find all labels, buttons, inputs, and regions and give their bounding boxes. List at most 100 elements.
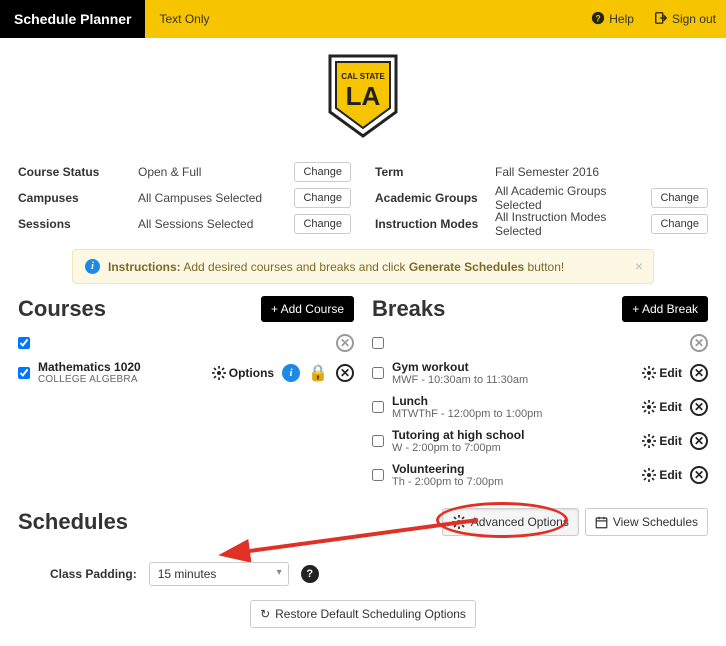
filter-value: All Instruction Modes Selected bbox=[495, 210, 651, 238]
restore-defaults-button[interactable]: ↻ Restore Default Scheduling Options bbox=[250, 600, 476, 628]
filter-value: All Campuses Selected bbox=[138, 191, 294, 205]
course-checkbox[interactable] bbox=[18, 367, 30, 379]
filter-row: Sessions All Sessions Selected Change bbox=[18, 211, 351, 237]
add-break-button[interactable]: + Add Break bbox=[622, 296, 708, 322]
delete-break-icon[interactable]: ✕ bbox=[690, 398, 708, 416]
lock-icon: 🔒 bbox=[308, 363, 328, 383]
gear-icon bbox=[452, 515, 466, 529]
gear-icon bbox=[212, 366, 226, 380]
gear-icon bbox=[642, 400, 656, 414]
help-icon[interactable]: ? bbox=[301, 565, 319, 583]
filter-value: Fall Semester 2016 bbox=[495, 165, 708, 179]
alert-text: Instructions: Add desired courses and br… bbox=[108, 260, 564, 274]
filter-label: Campuses bbox=[18, 191, 138, 205]
select-all-breaks-checkbox[interactable] bbox=[372, 337, 384, 349]
filter-label: Sessions bbox=[18, 217, 138, 231]
breaks-panel: Breaks + Add Break ✕ Gym workoutMWF - 10… bbox=[372, 296, 708, 492]
delete-all-icon[interactable]: ✕ bbox=[336, 334, 354, 352]
delete-break-icon[interactable]: ✕ bbox=[690, 364, 708, 382]
restore-label: Restore Default Scheduling Options bbox=[275, 607, 466, 621]
view-schedules-label: View Schedules bbox=[613, 515, 698, 529]
break-subtitle: Th - 2:00pm to 7:00pm bbox=[392, 476, 634, 488]
edit-label: Edit bbox=[659, 400, 682, 414]
course-info-icon[interactable]: i bbox=[282, 364, 300, 382]
break-row: VolunteeringTh - 2:00pm to 7:00pmEdit✕ bbox=[372, 458, 708, 492]
instructions-alert: i Instructions: Add desired courses and … bbox=[72, 249, 654, 284]
refresh-icon: ↻ bbox=[260, 607, 270, 621]
delete-all-icon[interactable]: ✕ bbox=[690, 334, 708, 352]
break-checkbox[interactable] bbox=[372, 367, 384, 379]
filter-value: All Academic Groups Selected bbox=[495, 184, 651, 212]
courses-panel: Courses + Add Course ✕ Mathematics 1020 … bbox=[18, 296, 354, 492]
break-subtitle: W - 2:00pm to 7:00pm bbox=[392, 442, 634, 454]
logo-line1: CAL STATE bbox=[341, 72, 385, 81]
schedules-panel: Schedules Advanced Options View Schedule… bbox=[0, 492, 726, 646]
gear-icon bbox=[642, 434, 656, 448]
filter-row: Academic Groups All Academic Groups Sele… bbox=[375, 185, 708, 211]
filter-row: Instruction Modes All Instruction Modes … bbox=[375, 211, 708, 237]
help-link[interactable]: ? Help bbox=[581, 0, 644, 38]
course-title: Mathematics 1020 bbox=[38, 360, 204, 374]
change-button[interactable]: Change bbox=[651, 188, 708, 208]
filter-row: Course Status Open & Full Change bbox=[18, 159, 351, 185]
info-icon: i bbox=[85, 259, 100, 274]
break-row: Gym workoutMWF - 10:30am to 11:30am Edit ✕ bbox=[372, 356, 708, 390]
courses-header-row: ✕ bbox=[18, 330, 354, 356]
add-course-button[interactable]: + Add Course bbox=[261, 296, 354, 322]
sign-out-link[interactable]: Sign out bbox=[644, 0, 726, 38]
break-edit-button[interactable]: Edit bbox=[642, 366, 682, 380]
break-title: Gym workout bbox=[392, 360, 634, 374]
help-label: Help bbox=[609, 12, 634, 26]
break-subtitle: MWF - 10:30am to 11:30am bbox=[392, 374, 634, 386]
advanced-options-label: Advanced Options bbox=[471, 515, 569, 529]
delete-break-icon[interactable]: ✕ bbox=[690, 466, 708, 484]
filter-row: Term Fall Semester 2016 bbox=[375, 159, 708, 185]
breaks-header-row: ✕ bbox=[372, 330, 708, 356]
view-schedules-button[interactable]: View Schedules bbox=[585, 508, 708, 536]
break-checkbox[interactable] bbox=[372, 401, 384, 413]
courses-title: Courses bbox=[18, 296, 106, 322]
break-edit-button[interactable]: Edit bbox=[642, 434, 682, 448]
filters: Course Status Open & Full Change Campuse… bbox=[0, 155, 726, 249]
change-button[interactable]: Change bbox=[294, 162, 351, 182]
change-button[interactable]: Change bbox=[294, 214, 351, 234]
course-row: Mathematics 1020 COLLEGE ALGEBRA Options… bbox=[18, 356, 354, 389]
filter-label: Academic Groups bbox=[375, 191, 495, 205]
filter-label: Course Status bbox=[18, 165, 138, 179]
text-only-link[interactable]: Text Only bbox=[145, 0, 223, 38]
filter-row: Campuses All Campuses Selected Change bbox=[18, 185, 351, 211]
break-edit-button[interactable]: Edit bbox=[642, 400, 682, 414]
help-icon: ? bbox=[591, 11, 605, 28]
break-checkbox[interactable] bbox=[372, 469, 384, 481]
filter-label: Term bbox=[375, 165, 495, 179]
break-checkbox[interactable] bbox=[372, 435, 384, 447]
svg-text:?: ? bbox=[596, 13, 601, 23]
advanced-options-button[interactable]: Advanced Options bbox=[442, 508, 579, 536]
gear-icon bbox=[642, 468, 656, 482]
close-icon[interactable]: × bbox=[635, 258, 643, 274]
filter-value: Open & Full bbox=[138, 165, 294, 179]
sign-out-label: Sign out bbox=[672, 12, 716, 26]
options-label: Options bbox=[229, 366, 274, 380]
filter-label: Instruction Modes bbox=[375, 217, 495, 231]
class-padding-select[interactable]: 15 minutes bbox=[149, 562, 289, 586]
break-edit-button[interactable]: Edit bbox=[642, 468, 682, 482]
edit-label: Edit bbox=[659, 366, 682, 380]
calendar-icon bbox=[595, 516, 608, 529]
logo-line2: LA bbox=[346, 81, 381, 111]
break-title: Tutoring at high school bbox=[392, 428, 634, 442]
breaks-title: Breaks bbox=[372, 296, 445, 322]
delete-course-icon[interactable]: ✕ bbox=[336, 364, 354, 382]
brand-title: Schedule Planner bbox=[0, 0, 145, 38]
change-button[interactable]: Change bbox=[651, 214, 708, 234]
filters-right: Term Fall Semester 2016 Academic Groups … bbox=[375, 159, 708, 237]
gear-icon bbox=[642, 366, 656, 380]
change-button[interactable]: Change bbox=[294, 188, 351, 208]
delete-break-icon[interactable]: ✕ bbox=[690, 432, 708, 450]
filter-value: All Sessions Selected bbox=[138, 217, 294, 231]
select-all-courses-checkbox[interactable] bbox=[18, 337, 30, 349]
class-padding-row: Class Padding: 15 minutes ? bbox=[18, 536, 708, 600]
course-options-button[interactable]: Options bbox=[212, 366, 274, 380]
logo: CAL STATE LA bbox=[0, 38, 726, 155]
filters-left: Course Status Open & Full Change Campuse… bbox=[18, 159, 351, 237]
